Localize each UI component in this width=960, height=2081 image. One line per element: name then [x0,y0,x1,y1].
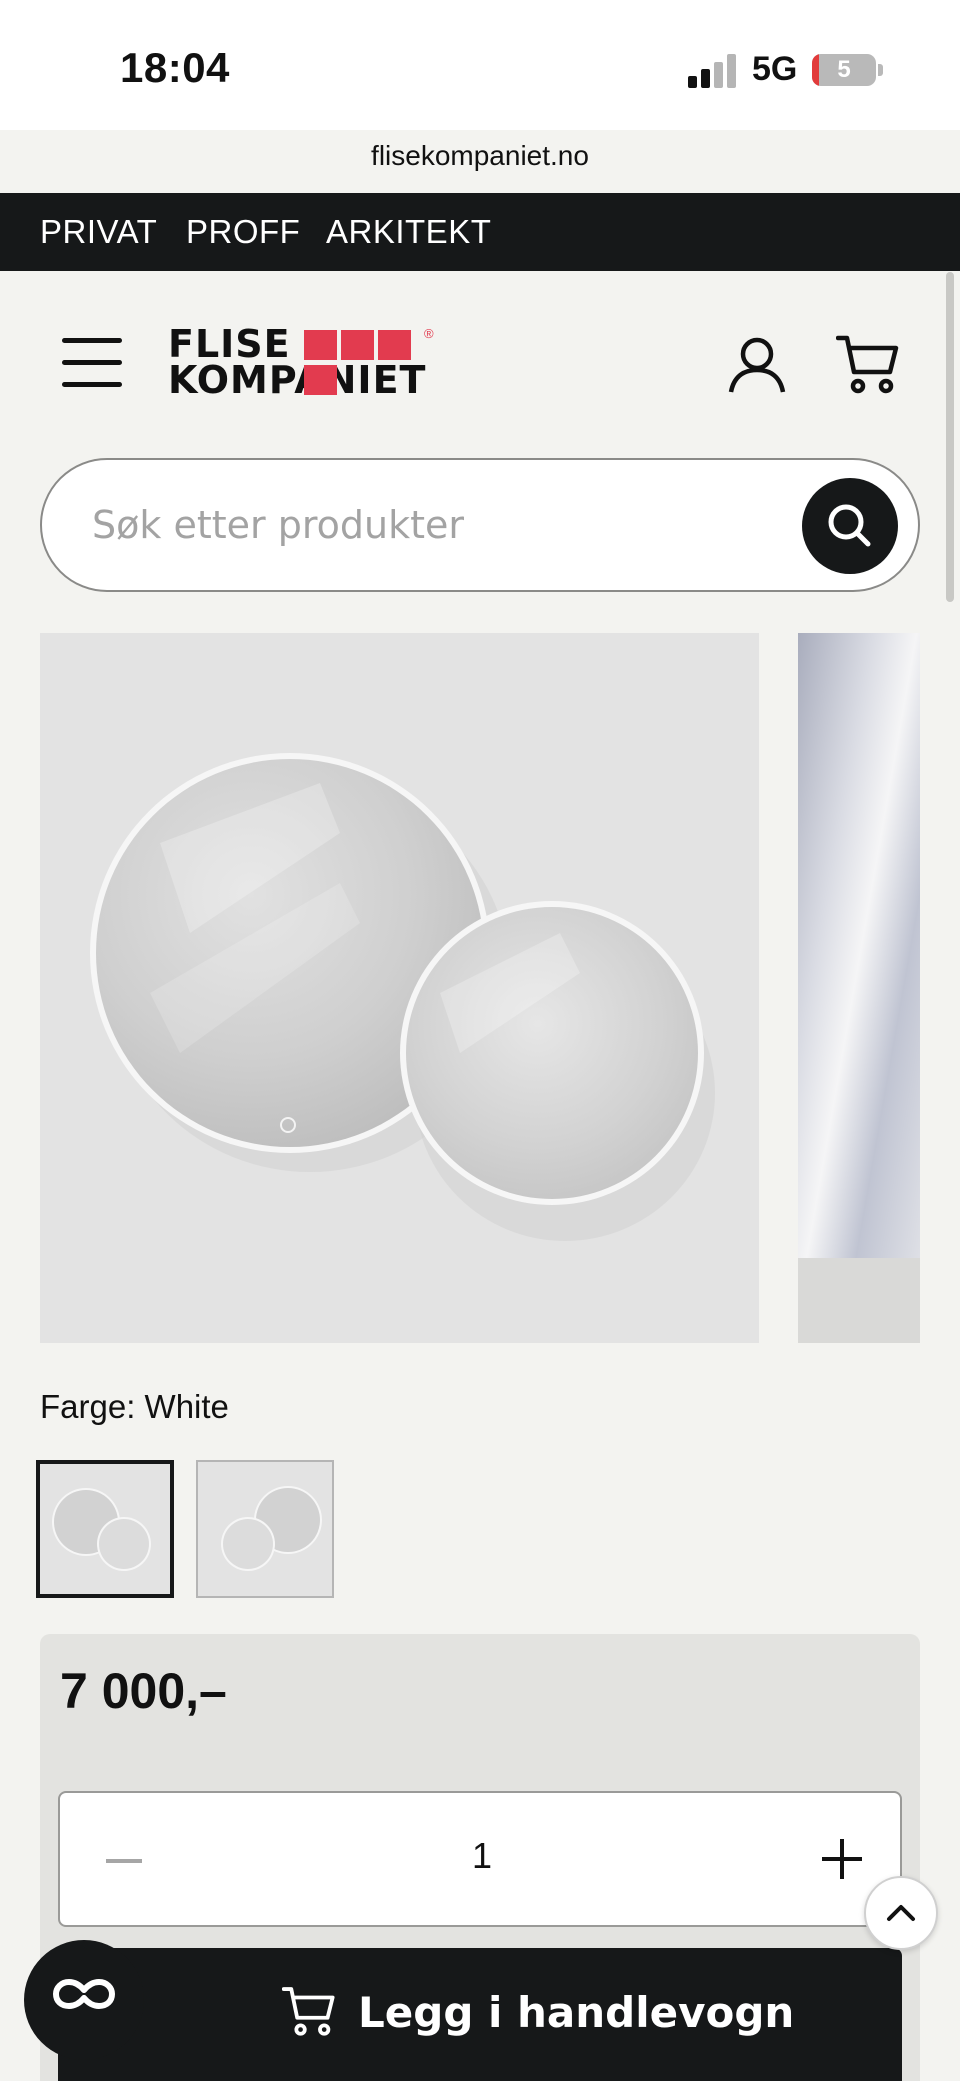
scroll-to-top-button[interactable] [864,1876,938,1950]
product-price: 7 000,– [60,1663,227,1719]
cart-icon[interactable] [836,334,900,394]
search-icon [828,504,871,547]
color-swatch-white[interactable] [36,1460,174,1598]
swatch-thumbnail [52,1488,151,1571]
add-to-cart-label: Legg i handlevogn [358,1988,795,2037]
nav-proff[interactable]: PROFF [186,213,300,251]
chat-button[interactable] [24,1940,144,2060]
battery-level: 5 [837,56,851,83]
logo-registered-mark: ® [424,326,434,341]
color-swatch-alt[interactable] [196,1460,334,1598]
logo[interactable]: FLISE KOMPANIET ® [168,325,448,402]
search-bar [40,458,920,592]
color-label: Farge: White [40,1388,229,1425]
swatch-thumbnail [221,1486,322,1571]
battery-tip [878,64,883,76]
search-button[interactable] [802,478,898,574]
product-image-next[interactable] [798,633,920,1343]
nav-privat[interactable]: PRIVAT [40,213,157,251]
battery-icon: 5 [812,54,876,86]
network-label: 5G [752,50,798,88]
floor-texture [798,1258,920,1343]
quantity-value[interactable]: 1 [60,1835,904,1877]
audience-nav: PRIVAT PROFF ARKITEKT [0,193,960,271]
menu-icon[interactable] [62,338,122,388]
chat-icon [52,1978,116,2010]
address-bar-url[interactable]: flisekompaniet.no [0,140,960,172]
cart-icon [282,1987,335,2036]
status-bar: 18:04 5G 5 flisekompaniet.no [0,0,960,171]
nav-arkitekt[interactable]: ARKITEKT [326,213,491,251]
product-image[interactable] [40,633,759,1343]
plus-icon[interactable] [822,1839,862,1879]
page-scrollbar[interactable] [946,272,954,602]
mirror-illustration [90,753,715,1241]
add-to-cart-button[interactable]: Legg i handlevogn [58,1948,902,2081]
signal-icon [688,54,736,88]
user-icon[interactable] [726,334,788,396]
status-time: 18:04 [120,44,230,91]
quantity-stepper: 1 [58,1791,902,1927]
chevron-up-icon [887,1905,915,1921]
search-input[interactable] [92,494,812,556]
